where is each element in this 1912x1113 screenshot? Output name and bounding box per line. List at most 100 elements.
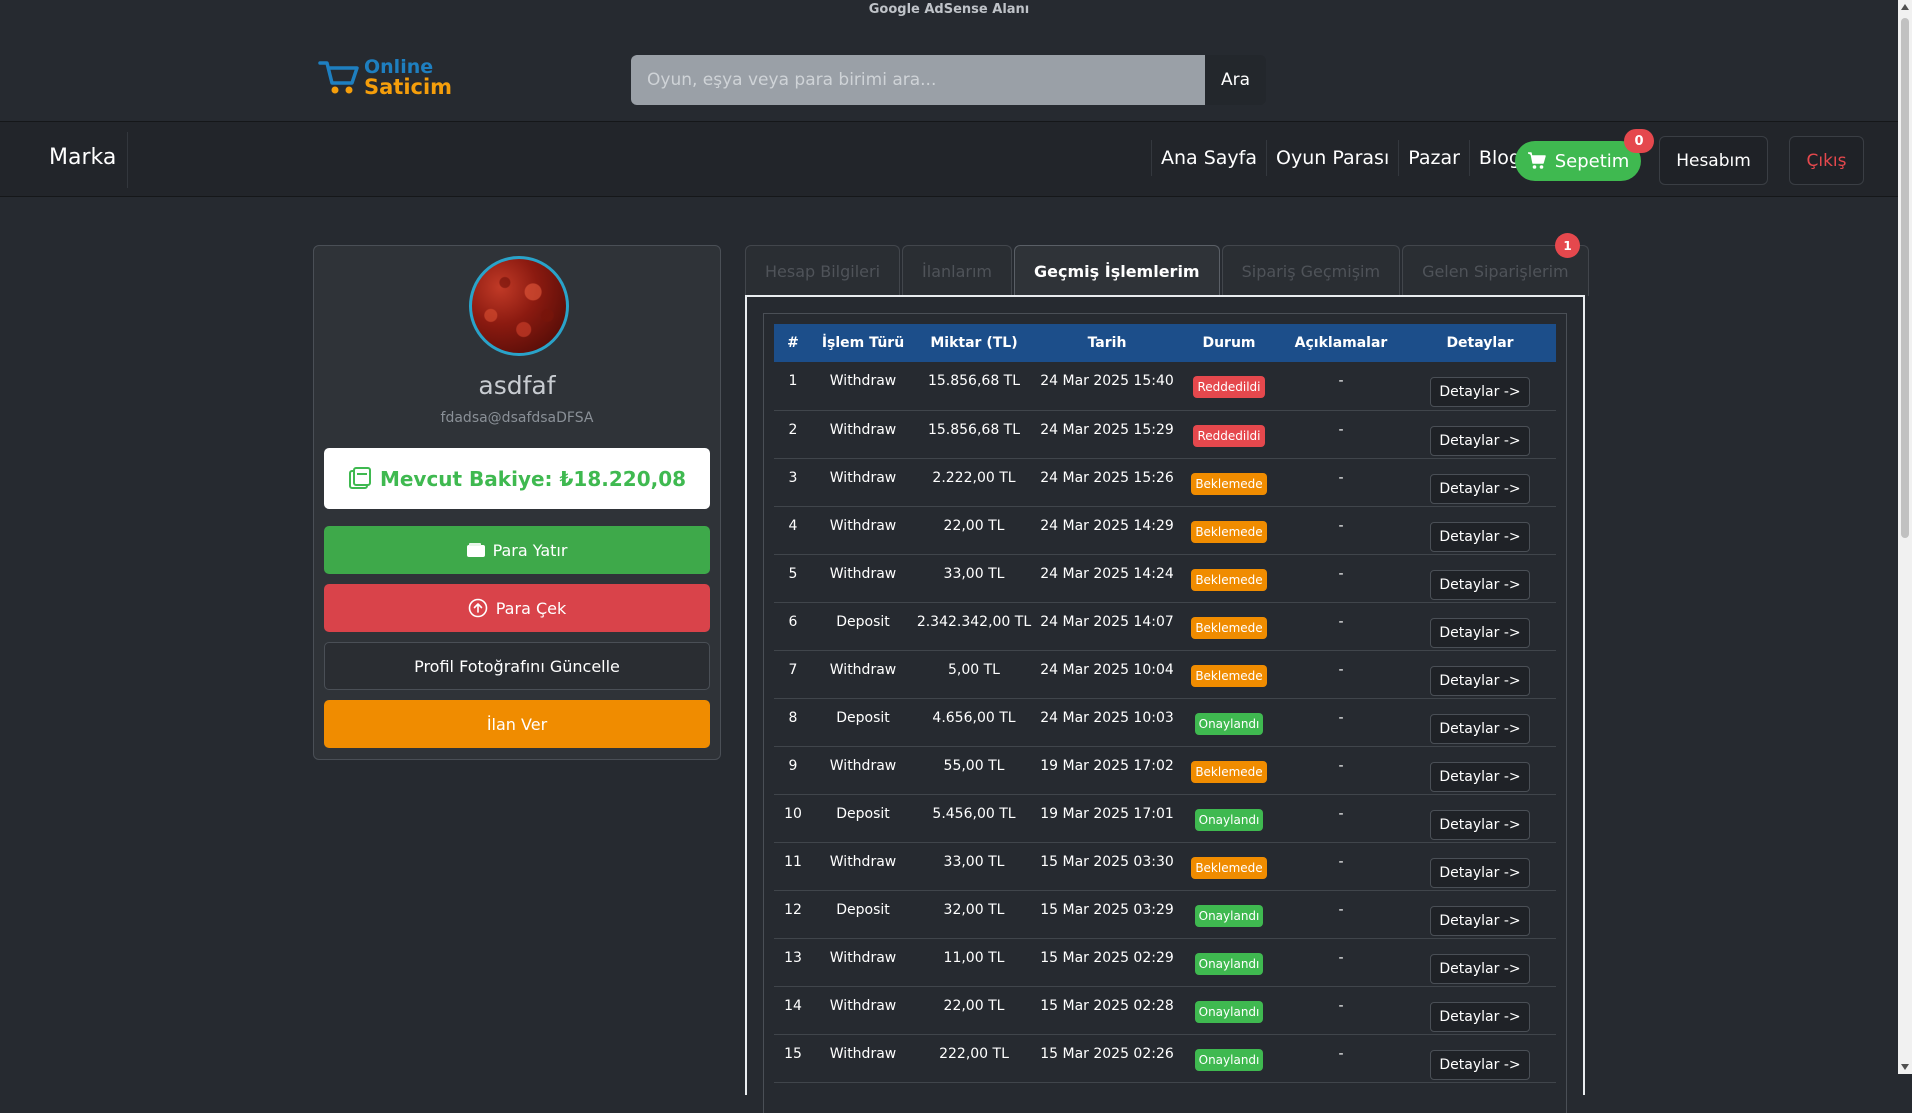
logout-button[interactable]: Çıkış [1789,136,1864,185]
details-button[interactable]: Detaylar -> [1430,1001,1530,1032]
table-row: 2 Withdraw 15.856,68 TL 24 Mar 2025 15:29 Re… [774,410,1556,459]
tab-account-info[interactable]: Hesap Bilgileri [745,245,901,296]
cell-description: - [1278,794,1404,843]
withdraw-label: Para Çek [495,598,567,618]
logo-text-saticim: Saticim [364,75,453,99]
cell-status: Onaylandı [1180,794,1278,843]
update-photo-button[interactable]: Profil Fotoğrafını Güncelle [324,642,710,690]
cell-description: - [1278,410,1404,459]
scroll-up-arrow-icon[interactable] [1901,4,1909,10]
cell-date: 24 Mar 2025 15:26 [1034,458,1180,507]
cell-description: - [1278,602,1404,651]
col-header-date: Tarih [1087,335,1127,351]
cell-no: 14 [774,986,812,1035]
deposit-button[interactable]: Para Yatır [324,526,710,574]
cell-description: - [1278,842,1404,891]
profile-email: fdadsa@dsafdsaDFSA [440,410,594,426]
details-button[interactable]: Detaylar -> [1430,761,1530,792]
brand-divider [127,132,128,188]
site-logo[interactable]: Online Saticim [318,57,453,99]
cell-status: Beklemede [1180,506,1278,555]
status-badge: Beklemede [1191,568,1267,591]
cell-type: Deposit [812,698,914,747]
cell-details: Detaylar -> [1404,794,1556,843]
table-row: 9 Withdraw 55,00 TL 19 Mar 2025 17:02 Beklem… [774,746,1556,795]
cell-status: Onaylandı [1180,890,1278,939]
tab-order-history[interactable]: Sipariş Geçmişim [1221,245,1401,296]
transactions-table: # İşlem Türü Miktar (TL) Tarih Durum Açı… [774,324,1556,1083]
details-button[interactable]: Detaylar -> [1430,569,1530,600]
cell-type: Withdraw [812,458,914,507]
cell-type: Withdraw [812,506,914,555]
cell-no: 7 [774,650,812,699]
account-button[interactable]: Hesabım [1659,136,1768,185]
cell-details: Detaylar -> [1404,986,1556,1035]
status-badge: Onaylandı [1194,952,1264,975]
tab-transaction-history[interactable]: Geçmiş İşlemlerim [1014,245,1220,296]
cell-no: 1 [774,362,812,411]
status-badge: Reddedildi [1193,376,1265,398]
details-button[interactable]: Detaylar -> [1430,905,1530,936]
search-button[interactable]: Ara [1205,55,1266,105]
details-button[interactable]: Detaylar -> [1430,713,1530,744]
status-badge: Beklemede [1191,472,1267,495]
withdraw-button[interactable]: Para Çek [324,584,710,632]
cell-date: 24 Mar 2025 14:29 [1034,506,1180,555]
table-row: 3 Withdraw 2.222,00 TL 24 Mar 2025 15:26 Bek… [774,458,1556,507]
cell-amount: 15.856,68 TL [914,362,1034,411]
scroll-down-arrow-icon[interactable] [1901,1064,1909,1070]
details-button[interactable]: Detaylar -> [1430,857,1530,888]
nav-brand[interactable]: Marka [49,145,116,170]
details-button[interactable]: Detaylar -> [1430,1049,1530,1080]
col-header-amount: Miktar (TL) [930,335,1018,351]
details-button[interactable]: Detaylar -> [1430,473,1530,504]
post-listing-button[interactable]: İlan Ver [324,700,710,748]
adsense-label: Google AdSense Alanı [868,2,1030,17]
avatar [469,256,569,356]
tab-my-listings[interactable]: İlanlarım [902,245,1013,296]
cell-status: Reddedildi [1180,362,1278,411]
details-button[interactable]: Detaylar -> [1430,809,1530,840]
cell-description: - [1278,362,1404,411]
cart-label: Sepetim [1554,150,1630,172]
table-row: 6 Deposit 2.342.342,00 TL 24 Mar 2025 14:07… [774,602,1556,651]
cell-status: Onaylandı [1180,938,1278,987]
nav-link-home[interactable]: Ana Sayfa [1151,140,1266,176]
table-header-row: # İşlem Türü Miktar (TL) Tarih Durum Açı… [774,324,1556,362]
scroll-thumb[interactable] [1901,18,1909,538]
search-input[interactable] [631,55,1205,105]
arrow-up-circle-icon [468,598,488,618]
cell-status: Beklemede [1180,650,1278,699]
cell-no: 8 [774,698,812,747]
cell-date: 19 Mar 2025 17:01 [1034,794,1180,843]
status-badge: Onaylandı [1194,712,1264,735]
nav-link-market[interactable]: Pazar [1398,140,1469,176]
details-button[interactable]: Detaylar -> [1430,665,1530,696]
cell-date: 24 Mar 2025 10:03 [1034,698,1180,747]
cell-type: Withdraw [812,746,914,795]
cell-amount: 5,00 TL [914,650,1034,699]
details-button[interactable]: Detaylar -> [1430,953,1530,984]
cell-description: - [1278,650,1404,699]
table-row: 7 Withdraw 5,00 TL 24 Mar 2025 10:04 Bekleme… [774,650,1556,699]
cell-type: Deposit [812,890,914,939]
cell-description: - [1278,986,1404,1035]
cell-type: Deposit [812,602,914,651]
status-badge: Beklemede [1191,760,1267,783]
details-button[interactable]: Detaylar -> [1430,617,1530,648]
details-button[interactable]: Detaylar -> [1430,521,1530,552]
details-button[interactable]: Detaylar -> [1430,425,1530,456]
cell-details: Detaylar -> [1404,410,1556,459]
status-badge: Beklemede [1191,664,1267,687]
cell-type: Deposit [812,794,914,843]
transactions-panel: # İşlem Türü Miktar (TL) Tarih Durum Açı… [745,295,1585,1113]
cart-button[interactable]: Sepetim [1515,141,1641,181]
page-scrollbar[interactable] [1898,0,1912,1074]
status-badge: Onaylandı [1194,1048,1264,1071]
nav-link-game-currency[interactable]: Oyun Parası [1266,140,1398,176]
cell-details: Detaylar -> [1404,938,1556,987]
details-button[interactable]: Detaylar -> [1430,377,1530,407]
cell-status: Beklemede [1180,746,1278,795]
cell-amount: 22,00 TL [914,986,1034,1035]
cell-description: - [1278,890,1404,939]
